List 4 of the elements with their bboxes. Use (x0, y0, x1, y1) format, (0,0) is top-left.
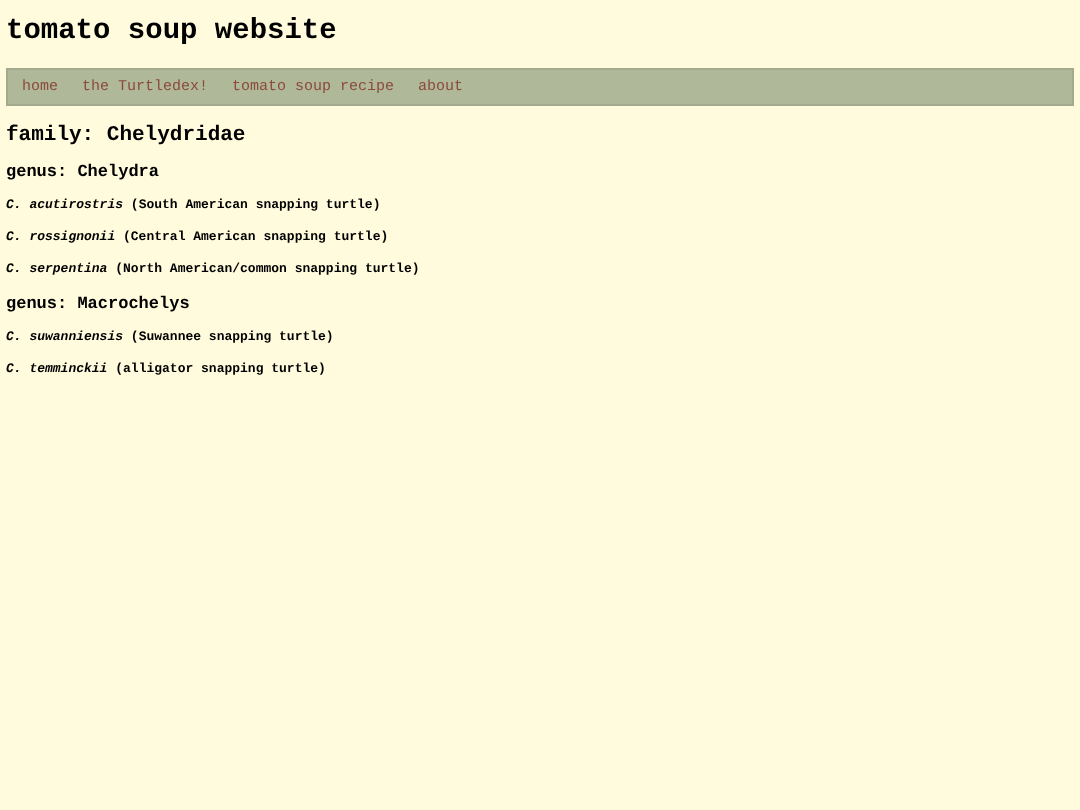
genus-heading: genus: Chelydra (6, 162, 162, 182)
family-heading: family: Chelydridae (6, 124, 248, 148)
genus-heading: genus: Macrochelys (6, 294, 192, 314)
site-title: tomato soup website (6, 14, 339, 52)
